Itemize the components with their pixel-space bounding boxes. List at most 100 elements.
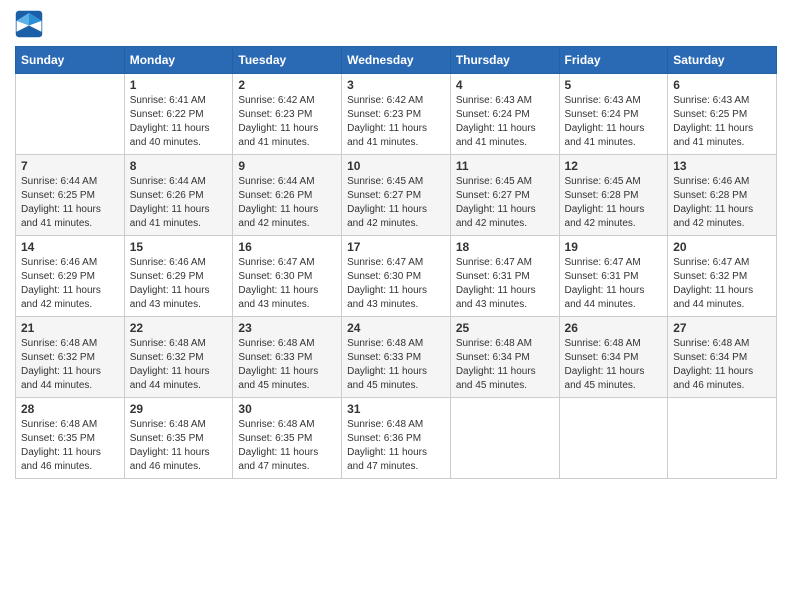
calendar-cell: 30 Sunrise: 6:48 AMSunset: 6:35 PMDayligh… [233, 398, 342, 479]
day-number: 27 [673, 321, 771, 335]
calendar-cell [450, 398, 559, 479]
column-header-monday: Monday [124, 47, 233, 74]
calendar-cell [668, 398, 777, 479]
calendar-cell: 16 Sunrise: 6:47 AMSunset: 6:30 PMDayligh… [233, 236, 342, 317]
day-number: 20 [673, 240, 771, 254]
day-number: 9 [238, 159, 336, 173]
calendar-cell: 25 Sunrise: 6:48 AMSunset: 6:34 PMDayligh… [450, 317, 559, 398]
day-info: Sunrise: 6:48 AMSunset: 6:34 PMDaylight:… [673, 337, 771, 393]
calendar-header-row: SundayMondayTuesdayWednesdayThursdayFrid… [16, 47, 777, 74]
calendar-cell [16, 74, 125, 155]
day-info: Sunrise: 6:44 AMSunset: 6:25 PMDaylight:… [21, 175, 119, 231]
logo-icon [15, 10, 43, 38]
day-number: 10 [347, 159, 445, 173]
day-number: 14 [21, 240, 119, 254]
calendar-cell: 29Sunrise: 6:48 AMSunset: 6:35 PMDayligh… [124, 398, 233, 479]
day-info: Sunrise: 6:45 AMSunset: 6:27 PMDaylight:… [456, 175, 554, 231]
day-info: Sunrise: 6:47 AMSunset: 6:32 PMDaylight:… [673, 256, 771, 312]
day-number: 17 [347, 240, 445, 254]
day-info: Sunrise: 6:43 AMSunset: 6:25 PMDaylight:… [673, 94, 771, 150]
column-header-friday: Friday [559, 47, 668, 74]
day-info: Sunrise: 6:48 AMSunset: 6:35 PMDaylight:… [238, 418, 336, 474]
calendar-cell: 21Sunrise: 6:48 AMSunset: 6:32 PMDayligh… [16, 317, 125, 398]
day-number: 28 [21, 402, 119, 416]
day-number: 19 [565, 240, 663, 254]
day-number: 23 [238, 321, 336, 335]
calendar-week-row: 7 Sunrise: 6:44 AMSunset: 6:25 PMDaylight… [16, 155, 777, 236]
calendar-cell: 18Sunrise: 6:47 AMSunset: 6:31 PMDayligh… [450, 236, 559, 317]
calendar-cell: 31 Sunrise: 6:48 AMSunset: 6:36 PMDayligh… [342, 398, 451, 479]
day-number: 24 [347, 321, 445, 335]
day-info: Sunrise: 6:46 AMSunset: 6:29 PMDaylight:… [21, 256, 119, 312]
calendar-cell: 4Sunrise: 6:43 AMSunset: 6:24 PMDaylight… [450, 74, 559, 155]
calendar-cell: 7 Sunrise: 6:44 AMSunset: 6:25 PMDaylight… [16, 155, 125, 236]
day-info: Sunrise: 6:45 AMSunset: 6:28 PMDaylight:… [565, 175, 663, 231]
day-number: 16 [238, 240, 336, 254]
day-info: Sunrise: 6:48 AMSunset: 6:34 PMDaylight:… [565, 337, 663, 393]
calendar-week-row: 28 Sunrise: 6:48 AMSunset: 6:35 PMDayligh… [16, 398, 777, 479]
calendar-cell: 27 Sunrise: 6:48 AMSunset: 6:34 PMDayligh… [668, 317, 777, 398]
day-number: 1 [130, 78, 228, 92]
day-info: Sunrise: 6:48 AMSunset: 6:35 PMDaylight:… [130, 418, 228, 474]
day-number: 6 [673, 78, 771, 92]
calendar-cell: 1Sunrise: 6:41 AMSunset: 6:22 PMDaylight… [124, 74, 233, 155]
day-number: 11 [456, 159, 554, 173]
calendar-cell: 2 Sunrise: 6:42 AMSunset: 6:23 PMDaylight… [233, 74, 342, 155]
day-info: Sunrise: 6:48 AMSunset: 6:34 PMDaylight:… [456, 337, 554, 393]
calendar-week-row: 1Sunrise: 6:41 AMSunset: 6:22 PMDaylight… [16, 74, 777, 155]
calendar-cell: 5 Sunrise: 6:43 AMSunset: 6:24 PMDaylight… [559, 74, 668, 155]
calendar-cell: 19 Sunrise: 6:47 AMSunset: 6:31 PMDayligh… [559, 236, 668, 317]
day-info: Sunrise: 6:45 AMSunset: 6:27 PMDaylight:… [347, 175, 445, 231]
calendar-cell: 10 Sunrise: 6:45 AMSunset: 6:27 PMDayligh… [342, 155, 451, 236]
day-number: 30 [238, 402, 336, 416]
column-header-sunday: Sunday [16, 47, 125, 74]
day-info: Sunrise: 6:47 AMSunset: 6:31 PMDaylight:… [565, 256, 663, 312]
calendar-table: SundayMondayTuesdayWednesdayThursdayFrid… [15, 46, 777, 479]
calendar-cell: 24 Sunrise: 6:48 AMSunset: 6:33 PMDayligh… [342, 317, 451, 398]
day-info: Sunrise: 6:43 AMSunset: 6:24 PMDaylight:… [456, 94, 554, 150]
column-header-saturday: Saturday [668, 47, 777, 74]
day-info: Sunrise: 6:42 AMSunset: 6:23 PMDaylight:… [238, 94, 336, 150]
day-number: 31 [347, 402, 445, 416]
page: SundayMondayTuesdayWednesdayThursdayFrid… [0, 0, 792, 612]
calendar-cell: 3Sunrise: 6:42 AMSunset: 6:23 PMDaylight… [342, 74, 451, 155]
day-info: Sunrise: 6:43 AMSunset: 6:24 PMDaylight:… [565, 94, 663, 150]
day-info: Sunrise: 6:48 AMSunset: 6:33 PMDaylight:… [347, 337, 445, 393]
day-info: Sunrise: 6:44 AMSunset: 6:26 PMDaylight:… [238, 175, 336, 231]
calendar-cell: 13 Sunrise: 6:46 AMSunset: 6:28 PMDayligh… [668, 155, 777, 236]
calendar-cell: 22 Sunrise: 6:48 AMSunset: 6:32 PMDayligh… [124, 317, 233, 398]
day-info: Sunrise: 6:47 AMSunset: 6:30 PMDaylight:… [238, 256, 336, 312]
day-info: Sunrise: 6:47 AMSunset: 6:30 PMDaylight:… [347, 256, 445, 312]
day-number: 13 [673, 159, 771, 173]
day-number: 8 [130, 159, 228, 173]
calendar-cell: 26 Sunrise: 6:48 AMSunset: 6:34 PMDayligh… [559, 317, 668, 398]
day-number: 22 [130, 321, 228, 335]
calendar-cell: 23Sunrise: 6:48 AMSunset: 6:33 PMDayligh… [233, 317, 342, 398]
calendar-cell: 6 Sunrise: 6:43 AMSunset: 6:25 PMDaylight… [668, 74, 777, 155]
calendar-cell: 28Sunrise: 6:48 AMSunset: 6:35 PMDayligh… [16, 398, 125, 479]
day-number: 7 [21, 159, 119, 173]
calendar-cell: 17 Sunrise: 6:47 AMSunset: 6:30 PMDayligh… [342, 236, 451, 317]
logo [15, 10, 47, 38]
day-info: Sunrise: 6:46 AMSunset: 6:28 PMDaylight:… [673, 175, 771, 231]
day-info: Sunrise: 6:48 AMSunset: 6:32 PMDaylight:… [21, 337, 119, 393]
calendar-cell: 20 Sunrise: 6:47 AMSunset: 6:32 PMDayligh… [668, 236, 777, 317]
day-info: Sunrise: 6:46 AMSunset: 6:29 PMDaylight:… [130, 256, 228, 312]
column-header-tuesday: Tuesday [233, 47, 342, 74]
calendar-cell: 14 Sunrise: 6:46 AMSunset: 6:29 PMDayligh… [16, 236, 125, 317]
day-info: Sunrise: 6:48 AMSunset: 6:32 PMDaylight:… [130, 337, 228, 393]
day-number: 26 [565, 321, 663, 335]
day-number: 12 [565, 159, 663, 173]
calendar-cell [559, 398, 668, 479]
day-info: Sunrise: 6:48 AMSunset: 6:36 PMDaylight:… [347, 418, 445, 474]
header [15, 10, 777, 38]
calendar-week-row: 14 Sunrise: 6:46 AMSunset: 6:29 PMDayligh… [16, 236, 777, 317]
day-number: 18 [456, 240, 554, 254]
day-number: 15 [130, 240, 228, 254]
day-number: 5 [565, 78, 663, 92]
day-number: 2 [238, 78, 336, 92]
day-number: 25 [456, 321, 554, 335]
column-header-thursday: Thursday [450, 47, 559, 74]
day-number: 3 [347, 78, 445, 92]
calendar-cell: 12 Sunrise: 6:45 AMSunset: 6:28 PMDayligh… [559, 155, 668, 236]
